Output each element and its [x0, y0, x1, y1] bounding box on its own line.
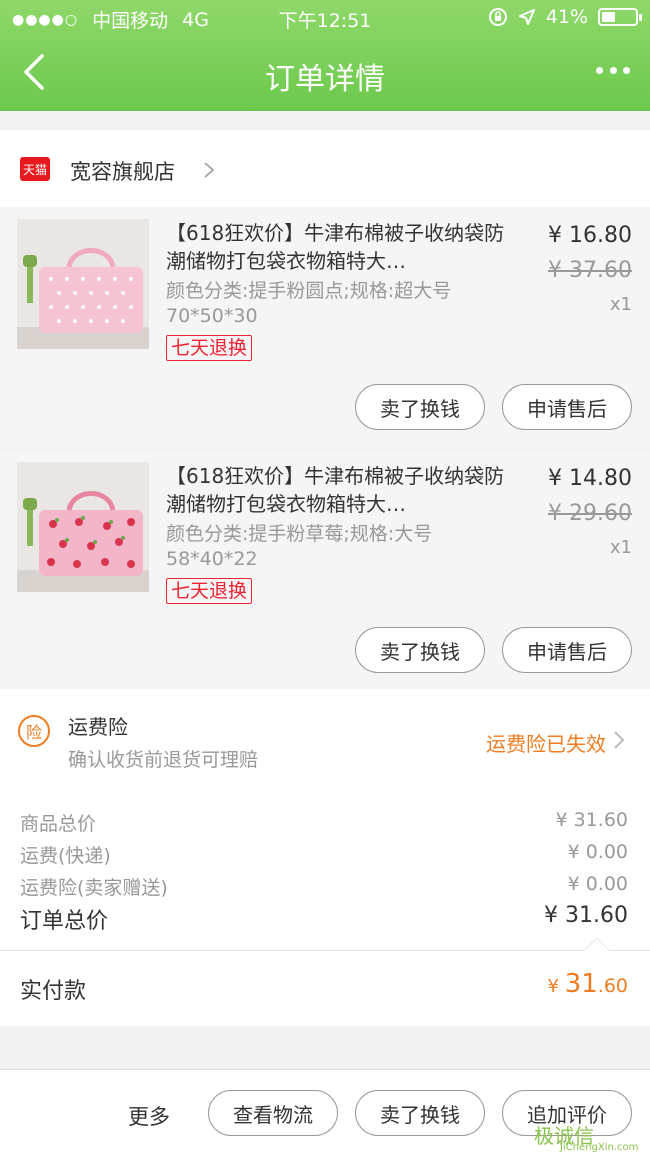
product-quantity: x1 — [609, 537, 632, 558]
app-header: ●●●●○ 中国移动 4G 下午12:51 41% 订单详情 — [0, 0, 650, 111]
product-title[interactable]: 【618狂欢价】牛津布棉被子收纳袋防潮储物打包袋衣物箱特大… — [166, 219, 516, 275]
original-price: ¥ 37.60 — [548, 258, 632, 283]
more-options-icon[interactable] — [596, 64, 630, 76]
goods-total-row: 商品总价 ¥ 31.60 — [20, 809, 628, 836]
more-actions-link[interactable]: 更多 — [128, 1101, 170, 1131]
insurance-fee-row: 运费险(卖家赠送) ¥ 0.00 — [20, 873, 628, 900]
rotation-lock-icon — [488, 8, 507, 26]
product-title[interactable]: 【618狂欢价】牛津布棉被子收纳袋防潮储物打包袋衣物箱特大… — [166, 462, 516, 518]
more-dot — [596, 66, 603, 74]
insurance-fee-label: 运费险(卖家赠送) — [20, 877, 168, 899]
price-summary: 商品总价 ¥ 31.60 运费(快递) ¥ 0.00 运费险(卖家赠送) ¥ 0… — [0, 789, 650, 950]
more-dot — [623, 66, 630, 74]
order-total-label: 订单总价 — [20, 909, 109, 934]
tmall-logo-icon: 天猫 — [20, 157, 50, 181]
watermark-url: JiChengXin.com — [560, 1142, 639, 1153]
order-total-row: 订单总价 ¥ 31.60 — [20, 903, 628, 935]
shipping-label: 运费(快递) — [20, 845, 111, 867]
insurance-title: 运费险 — [68, 715, 128, 739]
product-price: ¥ 14.80 — [548, 466, 632, 491]
paid-amount-integer: 31 — [564, 969, 598, 999]
product-spec: 颜色分类:提手粉草莓;规格:大号58*40*22 — [166, 523, 433, 570]
more-dot — [609, 66, 617, 74]
paid-amount-row: 实付款 ¥ 31.60 — [0, 937, 650, 1026]
nav-bar: 订单详情 — [0, 36, 650, 111]
insurance-icon: 险 — [18, 715, 50, 747]
store-row[interactable]: 天猫 宽容旗舰店 — [0, 130, 650, 207]
location-arrow-icon — [518, 9, 535, 25]
page-title: 订单详情 — [265, 62, 385, 97]
status-time: 下午12:51 — [278, 10, 372, 32]
after-sale-button[interactable]: 申请售后 — [502, 384, 632, 430]
return-policy-badge: 七天退换 — [166, 578, 253, 604]
product-spec: 颜色分类:提手粉圆点;规格:超大号70*50*30 — [166, 280, 452, 327]
original-price: ¥ 29.60 — [548, 501, 632, 526]
insurance-subtitle: 确认收货前退货可理赔 — [68, 749, 259, 771]
paid-label: 实付款 — [20, 979, 87, 1004]
order-item[interactable]: 【618狂欢价】牛津布棉被子收纳袋防潮储物打包袋衣物箱特大… 颜色分类:提手粉草… — [0, 450, 650, 690]
view-logistics-button[interactable]: 查看物流 — [208, 1090, 338, 1136]
order-total-value: ¥ 31.60 — [544, 903, 628, 928]
order-item[interactable]: 【618狂欢价】牛津布棉被子收纳袋防潮储物打包袋衣物箱特大… 颜色分类:提手粉圆… — [0, 207, 650, 447]
product-price: ¥ 16.80 — [548, 223, 632, 248]
shipping-insurance-row[interactable]: 险 运费险 确认收货前退货可理赔 运费险已失效 — [0, 689, 650, 789]
goods-total-label: 商品总价 — [20, 813, 97, 835]
product-image[interactable] — [17, 462, 149, 592]
chevron-right-icon — [614, 731, 625, 749]
after-sale-button[interactable]: 申请售后 — [502, 627, 632, 673]
insurance-status[interactable]: 运费险已失效 — [486, 728, 606, 757]
sell-button[interactable]: 卖了换钱 — [355, 627, 485, 673]
insurance-fee-value: ¥ 0.00 — [567, 873, 628, 895]
return-policy-badge: 七天退换 — [166, 335, 253, 361]
shipping-value: ¥ 0.00 — [567, 841, 628, 863]
product-quantity: x1 — [609, 294, 632, 315]
sell-button[interactable]: 卖了换钱 — [355, 1090, 485, 1136]
store-name[interactable]: 宽容旗舰店 — [70, 156, 175, 186]
battery-level — [602, 12, 616, 22]
battery-percent: 41% — [545, 6, 588, 28]
sell-button[interactable]: 卖了换钱 — [355, 384, 485, 430]
paid-amount-decimal: .60 — [597, 975, 628, 997]
chevron-right-icon — [204, 162, 215, 178]
battery-icon — [598, 8, 642, 26]
shipping-row: 运费(快递) ¥ 0.00 — [20, 841, 628, 868]
product-image[interactable] — [17, 219, 149, 349]
paid-currency: ¥ — [547, 976, 565, 997]
watermark: 极诚信 JiChengXin.com — [530, 1120, 648, 1154]
status-bar: ●●●●○ 中国移动 4G 下午12:51 41% — [0, 0, 650, 36]
goods-total-value: ¥ 31.60 — [555, 809, 628, 831]
paid-amount: ¥ 31.60 — [548, 969, 629, 999]
